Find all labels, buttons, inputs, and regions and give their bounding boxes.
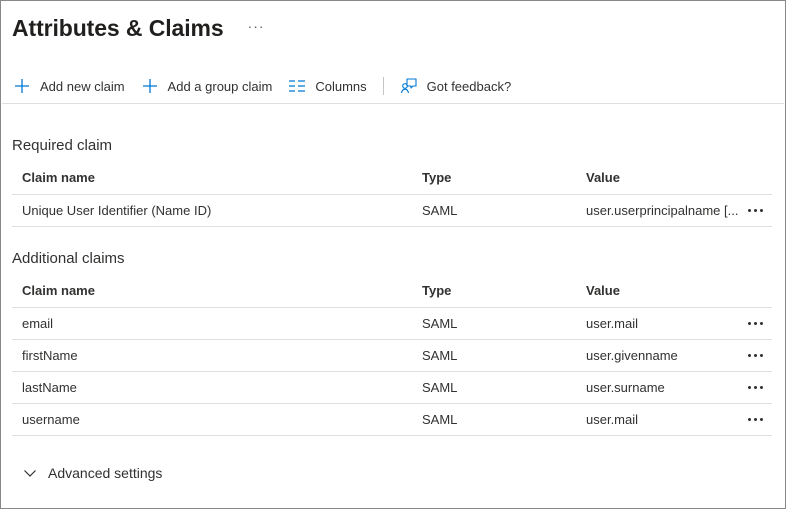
table-header-row: Claim name Type Value xyxy=(12,161,772,195)
claim-value-cell: user.mail xyxy=(586,412,639,427)
table-row[interactable]: lastName SAML user.surname xyxy=(12,372,772,404)
claim-type-cell: SAML xyxy=(422,412,458,427)
row-more-options-icon[interactable] xyxy=(744,340,766,371)
advanced-settings-label: Advanced settings xyxy=(48,465,163,481)
columns-label: Columns xyxy=(315,78,367,94)
blade-frame: Attributes & Claims ··· Add new claim Ad… xyxy=(0,0,786,509)
add-group-claim-button[interactable]: Add a group claim xyxy=(141,73,273,99)
command-bar: Add new claim Add a group claim Columns xyxy=(13,73,527,99)
table-header-row: Claim name Type Value xyxy=(12,274,772,308)
plus-icon xyxy=(13,77,31,95)
advanced-settings-toggle[interactable]: Advanced settings xyxy=(23,463,162,483)
column-header-claim-name[interactable]: Claim name xyxy=(22,161,95,194)
add-new-claim-label: Add new claim xyxy=(40,78,125,94)
toolbar-separator xyxy=(382,77,384,95)
column-header-value[interactable]: Value xyxy=(586,161,620,194)
claim-name-cell: firstName xyxy=(22,348,78,363)
columns-icon xyxy=(288,77,306,95)
table-row[interactable]: Unique User Identifier (Name ID) SAML us… xyxy=(12,195,772,227)
got-feedback-button[interactable]: Got feedback? xyxy=(400,73,512,99)
required-claim-table: Claim name Type Value Unique User Identi… xyxy=(12,161,772,227)
column-header-claim-name[interactable]: Claim name xyxy=(22,274,95,307)
plus-icon xyxy=(141,77,159,95)
claim-type-cell: SAML xyxy=(422,316,458,331)
claim-name-cell: email xyxy=(22,316,54,331)
table-row[interactable]: firstName SAML user.givenname xyxy=(12,340,772,372)
more-options-icon[interactable]: ··· xyxy=(248,18,265,34)
row-more-options-icon[interactable] xyxy=(744,308,766,339)
claim-name-cell: username xyxy=(22,412,80,427)
title-row: Attributes & Claims ··· xyxy=(12,12,265,44)
page-title: Attributes & Claims xyxy=(12,14,224,41)
claim-value-cell: user.givenname xyxy=(586,348,678,363)
got-feedback-label: Got feedback? xyxy=(426,78,512,94)
claim-value-cell: user.mail xyxy=(586,316,639,331)
claim-value-cell: user.surname xyxy=(586,380,665,395)
claim-type-cell: SAML xyxy=(422,203,458,218)
row-more-options-icon[interactable] xyxy=(744,404,766,435)
table-row[interactable]: username SAML user.mail xyxy=(12,404,772,436)
claim-value-cell: user.userprincipalname [... xyxy=(586,203,739,218)
claim-type-cell: SAML xyxy=(422,380,458,395)
column-header-value[interactable]: Value xyxy=(586,274,620,307)
claim-name-cell: Unique User Identifier (Name ID) xyxy=(22,203,212,218)
additional-claims-title: Additional claims xyxy=(12,250,125,267)
chevron-down-icon xyxy=(23,466,37,480)
additional-claims-table: Claim name Type Value email SAML user.ma… xyxy=(12,274,772,436)
table-row[interactable]: email SAML user.mail xyxy=(12,308,772,340)
column-header-type[interactable]: Type xyxy=(422,161,451,194)
row-more-options-icon[interactable] xyxy=(744,372,766,403)
add-group-claim-label: Add a group claim xyxy=(167,78,273,94)
required-claim-title: Required claim xyxy=(12,137,113,154)
toolbar-divider xyxy=(2,103,784,104)
claim-type-cell: SAML xyxy=(422,348,458,363)
column-header-type[interactable]: Type xyxy=(422,274,451,307)
add-new-claim-button[interactable]: Add new claim xyxy=(13,73,125,99)
row-more-options-icon[interactable] xyxy=(744,195,766,226)
feedback-icon xyxy=(400,77,418,95)
claim-name-cell: lastName xyxy=(22,380,77,395)
columns-button[interactable]: Columns xyxy=(288,73,367,99)
